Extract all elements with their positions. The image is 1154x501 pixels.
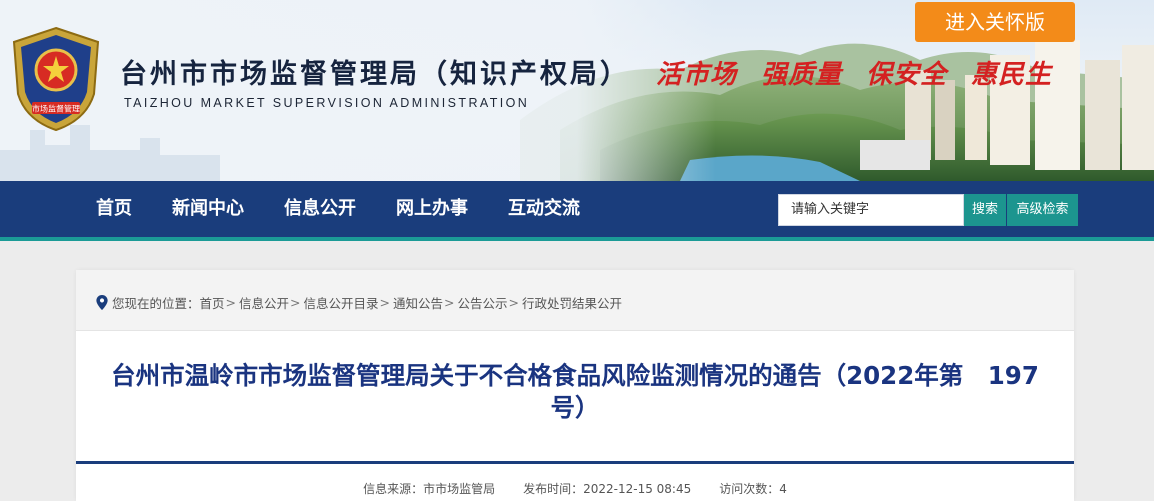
article-publish-time: 发布时间：2022-12-15 08:45	[523, 482, 692, 496]
search-button[interactable]: 搜索	[964, 194, 1006, 226]
breadcrumb-separator: >	[379, 295, 391, 310]
breadcrumb-bar: 您现在的位置： 首页 > 信息公开 > 信息公开目录 > 通知公告 > 公告公示…	[76, 270, 1074, 331]
slogan-3: 保安全	[866, 60, 948, 90]
breadcrumb-prefix: 您现在的位置：	[112, 296, 200, 311]
care-version-button[interactable]: 进入关怀版	[915, 2, 1075, 42]
advanced-search-button[interactable]: 高级检索	[1007, 194, 1078, 226]
breadcrumb-separator: >	[444, 295, 455, 310]
slogan-1: 活市场	[656, 60, 738, 90]
nav-item-online-services[interactable]: 网上办事	[396, 181, 468, 237]
nav-item-news[interactable]: 新闻中心	[172, 181, 244, 237]
site-subtitle: TAIZHOU MARKET SUPERVISION ADMINISTRATIO…	[124, 96, 530, 110]
breadcrumb-disclosure-catalog[interactable]: 信息公开目录	[304, 293, 379, 312]
article-visit-count: 访问次数：4	[719, 482, 787, 496]
article-source: 信息来源：市市场监管局	[363, 482, 496, 496]
breadcrumb-separator: >	[290, 295, 301, 310]
search-input[interactable]: 请输入关键字	[778, 194, 964, 226]
article-card: 您现在的位置： 首页 > 信息公开 > 信息公开目录 > 通知公告 > 公告公示…	[76, 270, 1074, 501]
breadcrumb-disclosure[interactable]: 信息公开	[239, 293, 289, 312]
nav-item-home[interactable]: 首页	[96, 181, 132, 237]
nav-item-disclosure[interactable]: 信息公开	[284, 181, 356, 237]
nav-divider	[0, 237, 1154, 241]
logo-text: 市场监督管理	[32, 104, 80, 114]
breadcrumb: 您现在的位置： 首页 > 信息公开 > 信息公开目录 > 通知公告 > 公告公示…	[96, 293, 622, 312]
slogan-2: 强质量	[761, 60, 843, 90]
slogans: 活市场 强质量 保安全 惠民生	[656, 54, 1052, 91]
nav-item-interaction[interactable]: 互动交流	[508, 181, 580, 237]
breadcrumb-separator: >	[508, 295, 520, 310]
site-title: 台州市市场监督管理局（知识产权局）	[120, 59, 630, 90]
breadcrumb-announcements[interactable]: 公告公示	[458, 293, 508, 312]
emblem-logo: 市场监督管理	[12, 26, 100, 132]
header-banner: 市场监督管理 台州市市场监督管理局（知识产权局） TAIZHOU MARKET …	[0, 0, 1154, 181]
title-divider	[76, 461, 1074, 464]
article-title: 台州市温岭市市场监督管理局关于不合格食品风险监测情况的通告（2022年第 197…	[111, 361, 1039, 422]
slogan-4: 惠民生	[971, 60, 1053, 90]
breadcrumb-notices[interactable]: 通知公告	[393, 293, 443, 312]
article-meta: 信息来源：市市场监管局 发布时间：2022-12-15 08:45 访问次数：4	[76, 480, 1074, 497]
location-pin-icon	[96, 295, 108, 310]
breadcrumb-home[interactable]: 首页	[200, 293, 225, 312]
breadcrumb-separator: >	[225, 295, 237, 310]
breadcrumb-penalty-results[interactable]: 行政处罚结果公开	[522, 293, 622, 312]
